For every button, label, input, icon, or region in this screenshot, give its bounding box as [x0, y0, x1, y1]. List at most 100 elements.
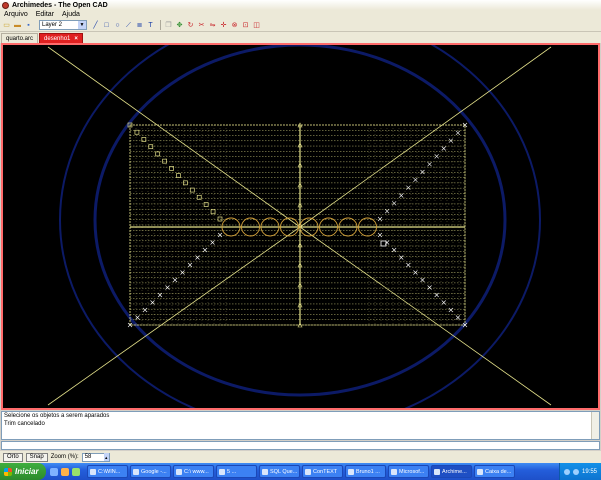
- rotate-icon[interactable]: ↻: [186, 21, 195, 30]
- clock: 19:55: [581, 468, 597, 475]
- close-icon[interactable]: ×: [74, 36, 78, 42]
- move-icon[interactable]: ✥: [175, 21, 184, 30]
- app-icon: [348, 468, 354, 475]
- layer-select[interactable]: Layer 2 ▼: [39, 20, 87, 30]
- app-icon: [219, 468, 225, 475]
- task-list: C:\WIN... Google -... C:\ www... 5 ... SQL Q…: [87, 465, 517, 478]
- pick-box: [380, 240, 387, 247]
- taskbar-button-label: Caixa de...: [485, 468, 512, 475]
- start-label: Iniciar: [15, 467, 39, 476]
- grip-marker: [155, 151, 161, 157]
- intersection-marker: [406, 185, 411, 190]
- menu-arquivo[interactable]: Arquivo: [0, 11, 32, 18]
- diagonal-line: [47, 46, 301, 228]
- save-file-icon[interactable]: ▪: [24, 21, 33, 30]
- copy-icon[interactable]: ❐: [164, 21, 173, 30]
- taskbar-button-label: C:\ www...: [184, 468, 209, 475]
- taskbar-button-label: C:\WIN...: [98, 468, 121, 475]
- cad-drawing[interactable]: [3, 45, 598, 408]
- menu-ajuda[interactable]: Ajuda: [58, 11, 84, 18]
- intersection-marker: [441, 300, 446, 305]
- taskbar-button[interactable]: 5 ...: [216, 465, 257, 478]
- taskbar-button[interactable]: C:\WIN...: [87, 465, 128, 478]
- intersection-marker: [399, 255, 404, 260]
- console-scrollbar[interactable]: [591, 412, 599, 439]
- app-icon: [391, 468, 397, 475]
- title-bar: Archimedes - The Open CAD: [0, 0, 601, 10]
- tab-desenho1[interactable]: desenho1 ×: [39, 33, 83, 43]
- intersection-marker: [434, 154, 439, 159]
- intersection-marker: [142, 307, 148, 313]
- grip-marker: [210, 209, 216, 215]
- taskbar-button[interactable]: ConTEXT: [302, 465, 343, 478]
- system-tray: 19:55: [558, 463, 601, 480]
- intersection-marker: [377, 216, 383, 222]
- app-icon: [305, 468, 311, 475]
- taskbar-button[interactable]: SQL Que...: [259, 465, 300, 478]
- taskbar-button[interactable]: Microsof...: [388, 465, 429, 478]
- taskbar-button[interactable]: Bruno1 ...: [345, 465, 386, 478]
- open-file-icon[interactable]: ▬: [13, 21, 22, 30]
- spinner-icon[interactable]: ▲: [103, 453, 109, 461]
- taskbar-button[interactable]: C:\ www...: [173, 465, 214, 478]
- app-icon: [477, 468, 483, 475]
- text-icon[interactable]: T: [146, 21, 155, 30]
- zoom-label: Zoom (%):: [50, 454, 79, 460]
- archimedes-app-icon: [2, 1, 9, 9]
- desktop-icon[interactable]: [50, 467, 58, 476]
- delete-icon[interactable]: ⊗: [230, 21, 239, 30]
- taskbar-button-label: Bruno1 ...: [356, 468, 380, 475]
- toolbar-separator: [160, 20, 161, 30]
- grip-marker: [134, 129, 140, 135]
- menu-bar: Arquivo Editar Ajuda: [0, 10, 601, 19]
- toolbar: ▭ ▬ ▪ Layer 2 ▼ ╱ □ ○ ⟋ ≣ T ❐ ✥ ↻ ✂ ⇋ ✛ …: [0, 19, 601, 32]
- intersection-marker: [420, 169, 425, 175]
- menu-editar[interactable]: Editar: [32, 11, 58, 18]
- intersection-marker: [455, 130, 461, 136]
- quick-launch: [46, 467, 87, 476]
- media-icon[interactable]: [72, 467, 80, 476]
- taskbar-button-label: Microsof...: [399, 468, 425, 475]
- snap-icon[interactable]: ✛: [219, 21, 228, 30]
- taskbar-button-label: Google -...: [141, 468, 167, 475]
- snap-button[interactable]: Snap: [25, 452, 48, 462]
- console-line: Selecione os objetos a serem aparados: [4, 413, 110, 419]
- window-title: Archimedes - The Open CAD: [12, 1, 108, 9]
- intersection-marker: [448, 307, 454, 313]
- grip-marker: [148, 144, 154, 150]
- line-icon[interactable]: ╱: [91, 21, 100, 30]
- tab-label: quarto.arc: [6, 35, 34, 42]
- offset-icon[interactable]: ◫: [252, 21, 261, 30]
- taskbar-button[interactable]: Archime...: [431, 465, 472, 478]
- circle-icon[interactable]: ○: [113, 21, 122, 30]
- document-tabs: quarto.arc desenho1 ×: [0, 32, 601, 43]
- diagonal-line: [299, 46, 552, 228]
- browser-icon[interactable]: [61, 467, 69, 476]
- intersection-marker: [427, 161, 432, 167]
- chevron-down-icon[interactable]: ▼: [78, 21, 86, 29]
- taskbar-button[interactable]: Caixa de...: [474, 465, 515, 478]
- start-button[interactable]: Iniciar: [0, 463, 46, 480]
- app-icon: [262, 468, 268, 475]
- new-file-icon[interactable]: ▭: [2, 21, 11, 30]
- rectangle-icon[interactable]: □: [102, 21, 111, 30]
- tab-quarto[interactable]: quarto.arc: [1, 33, 39, 43]
- taskbar-button[interactable]: Google -...: [130, 465, 171, 478]
- intersection-marker: [406, 262, 411, 268]
- zoom-value: 58: [84, 454, 92, 460]
- trim-icon[interactable]: ✂: [197, 21, 206, 30]
- tray-icon: [572, 468, 579, 475]
- zoom-field[interactable]: 58 ▲: [81, 452, 110, 462]
- mirror-icon[interactable]: ⇋: [208, 21, 217, 30]
- drawing-canvas[interactable]: [1, 43, 600, 410]
- polyline-icon[interactable]: ⟋: [124, 21, 133, 30]
- taskbar-button-label: SQL Que...: [270, 468, 298, 475]
- zoom-icon[interactable]: ⊡: [241, 21, 250, 30]
- dimension-icon[interactable]: ≣: [135, 21, 144, 30]
- orto-button[interactable]: Orto: [3, 452, 23, 462]
- command-history: Selecione os objetos a serem aparados Tr…: [1, 411, 600, 440]
- grip-marker: [203, 202, 209, 207]
- intersection-marker: [391, 201, 397, 206]
- command-input[interactable]: [1, 441, 600, 450]
- intersection-marker: [420, 277, 425, 283]
